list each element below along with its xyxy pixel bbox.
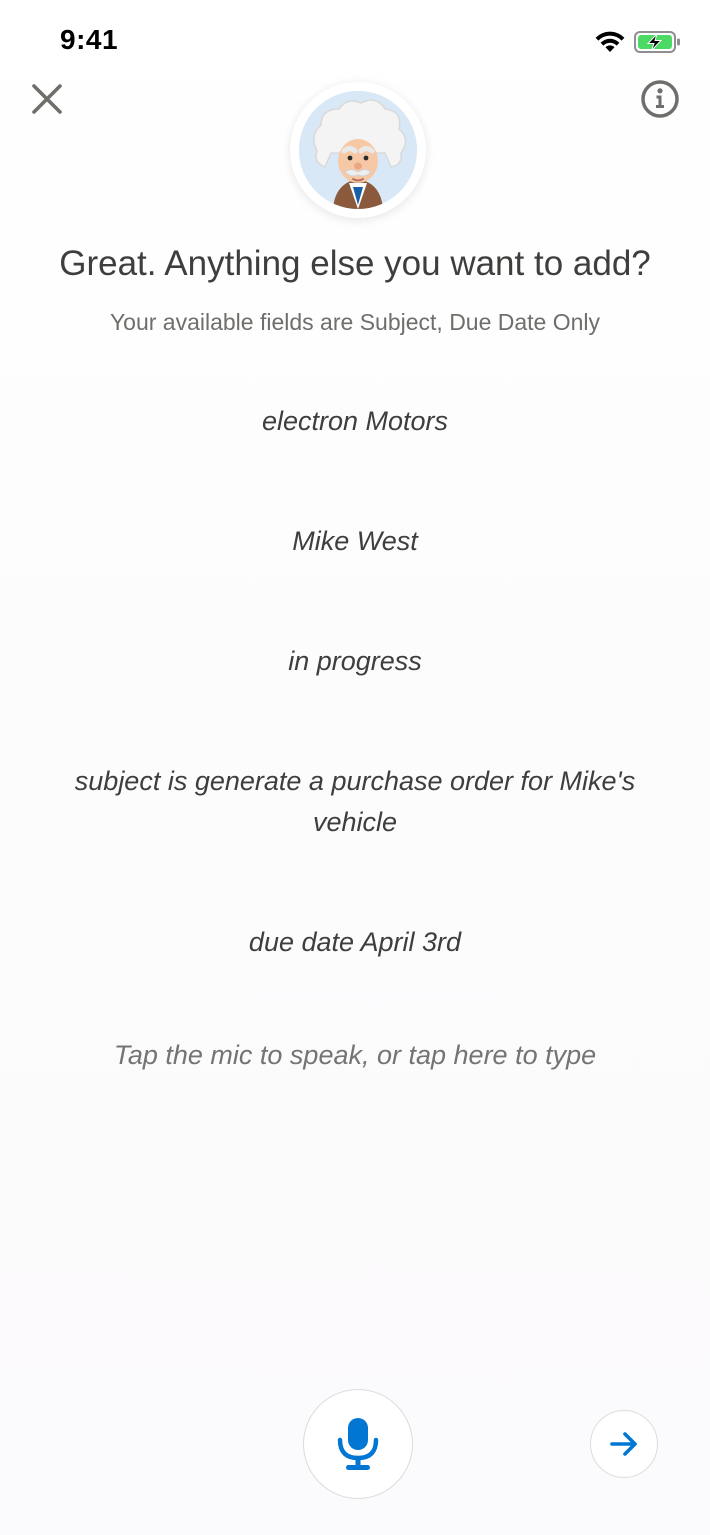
close-icon xyxy=(32,84,62,114)
utterance-item: electron Motors xyxy=(261,406,449,436)
mic-button[interactable] xyxy=(303,1389,413,1499)
type-input-hint[interactable]: Tap the mic to speak, or tap here to typ… xyxy=(40,1040,670,1071)
prompt-title: Great. Anything else you want to add? xyxy=(59,244,651,283)
utterance-item: subject is generate a purchase order for… xyxy=(74,766,636,837)
info-button[interactable] xyxy=(638,77,682,121)
prompt-subtitle: Your available fields are Subject, Due D… xyxy=(109,309,601,335)
status-time: 9:41 xyxy=(60,24,119,55)
info-icon xyxy=(641,80,679,118)
arrow-right-icon xyxy=(610,1432,637,1456)
utterance-item: due date April 3rd xyxy=(248,927,462,957)
einstein-avatar xyxy=(299,91,417,209)
wifi-icon xyxy=(595,31,625,52)
microphone-icon xyxy=(337,1418,379,1470)
utterance-item: Mike West xyxy=(292,526,418,556)
battery-charging-icon xyxy=(634,31,680,53)
utterance-item: in progress xyxy=(288,646,422,676)
assistant-screen: 9:41 Great. Anything else you want to ad… xyxy=(0,0,710,1535)
einstein-avatar-illustration xyxy=(299,91,417,209)
send-button[interactable] xyxy=(590,1410,658,1478)
avatar-ring xyxy=(290,82,426,218)
close-button[interactable] xyxy=(26,78,68,120)
